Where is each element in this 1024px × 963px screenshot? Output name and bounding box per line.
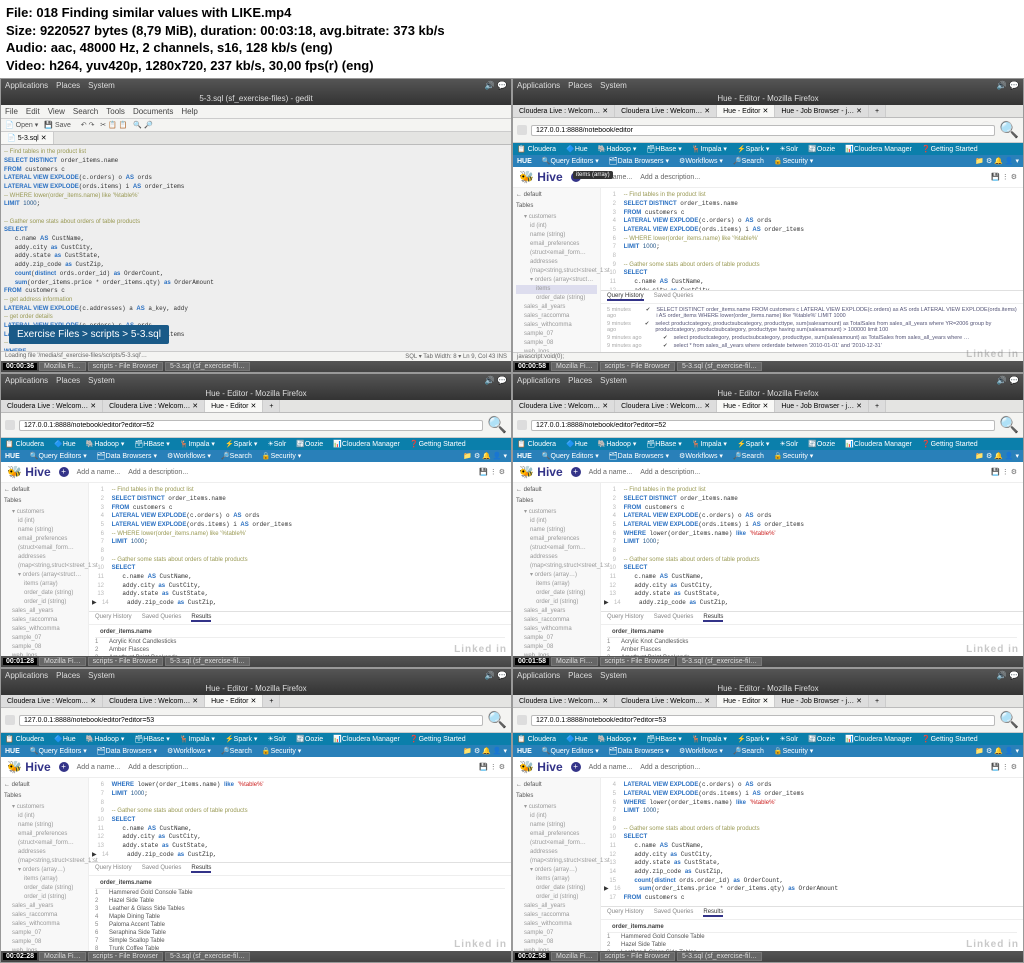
gnome-apps[interactable]: Applications bbox=[5, 81, 48, 90]
tab-results[interactable]: Results bbox=[191, 614, 211, 622]
db-sidebar[interactable]: ← default Tables ▾ customers id (int) na… bbox=[513, 188, 601, 352]
results-table: order_items.name 1Acrylic Knot Candlesti… bbox=[89, 625, 511, 656]
hue-sub-nav[interactable]: HUE🔍Query Editors ▾🗂Data Browsers ▾⚙Work… bbox=[513, 155, 1023, 167]
sql-editor[interactable]: 4 LATERAL VIEW EXPLODE(c.orders) o AS or… bbox=[601, 778, 1023, 906]
firefox-tabs[interactable]: Cloudera Live : Welcom… ✕Cloudera Live :… bbox=[513, 105, 1023, 118]
cell-hue-6: ApplicationsPlacesSystem🔊 💬 Hue - Editor… bbox=[512, 668, 1024, 963]
task-mozilla[interactable]: Mozilla Fi… bbox=[39, 362, 86, 371]
breadcrumb-overlay: Exercise Files > scripts > 5-3.sql bbox=[9, 325, 169, 344]
add-desc-input[interactable]: Add a description... bbox=[640, 174, 700, 181]
gedit-toolbar[interactable]: 📄 Open ▾ 💾 Save ↶ ↷ ✂ 📋 📋 🔍 🔎 bbox=[1, 119, 511, 132]
cell-hue-history: ApplicationsPlacesSystem🔊 💬 Hue - Editor… bbox=[512, 78, 1024, 373]
task-gedit[interactable]: 5-3.sql (sf_exercise-fil… bbox=[165, 362, 250, 371]
firefox-title: Hue - Editor - Mozilla Firefox bbox=[513, 92, 1023, 105]
url-input[interactable] bbox=[19, 715, 483, 726]
timestamp: 00:00:36 bbox=[3, 363, 37, 370]
cell-hue-4: ApplicationsPlacesSystem🔊 💬 Hue - Editor… bbox=[512, 373, 1024, 668]
cell-gedit: ApplicationsPlacesSystem🔊 💬 5-3.sql (sf_… bbox=[0, 78, 512, 373]
sql-editor[interactable]: 1 -- Find tables in the product list 2 S… bbox=[601, 188, 1023, 290]
task-filebrowser[interactable]: scripts - File Browser bbox=[88, 362, 163, 371]
url-input[interactable] bbox=[531, 420, 995, 431]
ff-status: javascript:void(0); bbox=[513, 352, 1023, 361]
gedit-tab[interactable]: 📄 5-3.sql ✕ bbox=[1, 132, 54, 144]
gedit-title: 5-3.sql (sf_exercise-files) - gedit bbox=[1, 92, 511, 105]
cell-hue-3: ApplicationsPlacesSystem🔊 💬 Hue - Editor… bbox=[0, 373, 512, 668]
watermark: Linked in bbox=[966, 349, 1019, 360]
back-icon[interactable] bbox=[517, 125, 527, 135]
url-input[interactable] bbox=[19, 420, 483, 431]
hue-top-nav[interactable]: 📋 Cloudera🔷Hue🐘Hadoop ▾🗃HBase ▾🦌Impala ▾… bbox=[513, 143, 1023, 155]
tab-history[interactable]: Query History bbox=[607, 293, 644, 301]
cell-hue-5: ApplicationsPlacesSystem🔊 💬 Hue - Editor… bbox=[0, 668, 512, 963]
gedit-menu[interactable]: FileEditViewSearchToolsDocumentsHelp bbox=[1, 105, 511, 119]
url-input[interactable] bbox=[531, 715, 995, 726]
meta-video: Video: h264, yuv420p, 1280x720, 237 kb/s… bbox=[6, 57, 1018, 75]
meta-size: Size: 9220527 bytes (8,79 MiB), duration… bbox=[6, 22, 1018, 40]
tab-saved[interactable]: Saved Queries bbox=[654, 293, 694, 301]
gnome-system[interactable]: System bbox=[88, 81, 115, 90]
gedit-status-right: SQL ▾ Tab Width: 8 ▾ Ln 9, Col 43 INS bbox=[405, 353, 507, 360]
meta-audio: Audio: aac, 48000 Hz, 2 channels, s16, 1… bbox=[6, 39, 1018, 57]
meta-file: File: 018 Finding similar values with LI… bbox=[6, 4, 1018, 22]
gedit-status-left: Loading file '/media/sf_exercise-files/s… bbox=[5, 353, 147, 360]
sql-editor[interactable]: 1 -- Find tables in the product list 2 S… bbox=[601, 483, 1023, 611]
gedit-code[interactable]: -- Find tables in the product list SELEC… bbox=[1, 145, 511, 351]
results-table: order_items.name 1Hammered Gold Console … bbox=[89, 876, 511, 951]
search-icon[interactable]: 🔍 bbox=[999, 120, 1019, 140]
url-input[interactable] bbox=[531, 125, 995, 136]
gnome-places[interactable]: Places bbox=[56, 81, 80, 90]
sql-editor[interactable]: 6 WHERE lower(order_items.name) like '%t… bbox=[89, 778, 511, 862]
sql-editor[interactable]: 1 -- Find tables in the product list 2 S… bbox=[89, 483, 511, 611]
